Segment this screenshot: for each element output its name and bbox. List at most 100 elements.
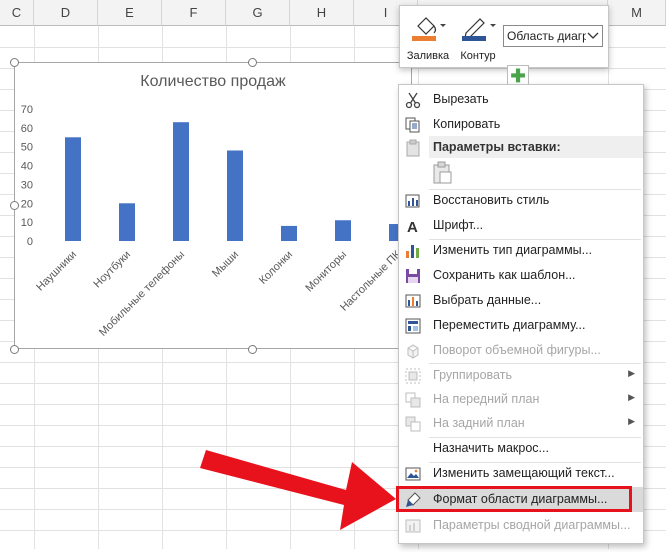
- menu-item-copy[interactable]: Копировать: [399, 112, 643, 137]
- menu-item-label: Копировать: [433, 117, 501, 131]
- plus-icon: ✚: [510, 66, 526, 86]
- menu-item-label: Вырезать: [433, 92, 489, 106]
- y-tick-label: 0: [27, 236, 33, 248]
- svg-text:A: A: [407, 219, 418, 235]
- paste-options-label: Параметры вставки:: [433, 140, 561, 154]
- reset-style-icon: [405, 194, 420, 208]
- menu-item-label: Восстановить стиль: [433, 193, 550, 207]
- resize-handle-left[interactable]: [10, 201, 19, 210]
- column-label: F: [189, 5, 198, 20]
- menu-item-bring-to-front[interactable]: На передний план ▶: [399, 387, 643, 412]
- column-label: G: [252, 5, 263, 20]
- column-label: C: [11, 5, 22, 20]
- bring-to-front-icon: [405, 392, 421, 408]
- resize-handle-tl[interactable]: [10, 58, 19, 67]
- menu-item-label: На задний план: [433, 416, 525, 430]
- submenu-arrow-icon: ▶: [628, 368, 635, 378]
- column-header-m[interactable]: M: [608, 0, 666, 26]
- menu-item-label: Группировать: [433, 368, 512, 382]
- menu-item-label: Переместить диаграмму...: [433, 318, 586, 332]
- menu-item-font[interactable]: A Шрифт...: [399, 213, 643, 238]
- chart-element-select-value: Область диагр: [507, 29, 589, 43]
- x-tick-label: Ноутбуки: [91, 249, 133, 291]
- chart-plot: 010203040506070Наушники НоутбукиМобильные…: [21, 104, 405, 339]
- chart-bar[interactable]: [335, 220, 351, 241]
- y-tick-label: 30: [21, 179, 33, 191]
- chart-area[interactable]: Количество продаж 0 10 20 30 40 50 60 70 Наушник…: [14, 62, 412, 349]
- copy-icon: [405, 117, 420, 133]
- menu-item-label: Поворот объемной фигуры...: [433, 343, 601, 357]
- column-label: I: [383, 5, 388, 20]
- chart-bar[interactable]: [119, 203, 135, 241]
- red-arrow-annotation: [200, 450, 396, 530]
- mini-toolbar: Заливка Контур Область диагр: [399, 5, 609, 68]
- column-header-h[interactable]: H: [290, 0, 354, 26]
- x-tick-label: Наушники: [34, 249, 79, 294]
- menu-item-select-data[interactable]: Выбрать данные...: [399, 288, 643, 313]
- column-header-d[interactable]: D: [34, 0, 98, 26]
- chart-type-icon: [406, 245, 419, 258]
- submenu-arrow-icon: ▶: [628, 392, 635, 402]
- chart-bar[interactable]: [65, 137, 81, 241]
- column-label: H: [316, 5, 327, 20]
- resize-handle-top[interactable]: [248, 58, 257, 67]
- paint-bucket-icon: [412, 17, 446, 41]
- outline-button[interactable]: Контур: [454, 12, 502, 62]
- paste-option-button[interactable]: [429, 160, 455, 186]
- move-chart-icon: [405, 318, 421, 334]
- menu-item-label: Выбрать данные...: [433, 293, 542, 307]
- font-icon: A: [407, 219, 418, 235]
- chart-bar[interactable]: [227, 150, 243, 241]
- menu-item-label: Назначить макрос...: [433, 441, 549, 455]
- menu-item-label: На передний план: [433, 392, 540, 406]
- fill-button[interactable]: Заливка: [404, 12, 452, 62]
- menu-item-reset-style[interactable]: Восстановить стиль: [399, 188, 643, 213]
- menu-item-group[interactable]: Группировать ▶: [399, 363, 643, 388]
- column-header-c[interactable]: C: [0, 0, 34, 26]
- column-label: D: [60, 5, 71, 20]
- group-icon: [405, 368, 421, 384]
- x-tick-label: Мониторы: [303, 249, 349, 295]
- menu-item-label: Сохранить как шаблон...: [433, 268, 576, 282]
- y-tick-label: 50: [21, 142, 33, 154]
- column-header-e[interactable]: E: [98, 0, 162, 26]
- resize-handle-bl[interactable]: [10, 345, 19, 354]
- scissors-icon: [405, 92, 421, 109]
- menu-item-label: Изменить тип диаграммы...: [433, 243, 593, 257]
- y-tick-label: 20: [21, 198, 33, 210]
- chart-element-select[interactable]: Область диагр: [503, 25, 603, 47]
- chart-bar[interactable]: [281, 225, 297, 241]
- pen-icon: [462, 18, 496, 41]
- y-tick-label: 10: [21, 217, 33, 229]
- select-data-icon: [405, 294, 421, 308]
- column-header-g[interactable]: G: [226, 0, 290, 26]
- submenu-arrow-icon: ▶: [628, 416, 635, 426]
- menu-item-label: Изменить замещающий текст...: [433, 466, 615, 480]
- y-tick-label: 60: [21, 123, 33, 135]
- outline-label: Контур: [460, 50, 496, 62]
- menu-item-label: Параметры сводной диаграммы...: [433, 518, 631, 532]
- column-header-f[interactable]: F: [162, 0, 226, 26]
- cube-icon: [407, 344, 419, 359]
- chart-bar[interactable]: [173, 122, 189, 241]
- y-tick-label: 70: [21, 104, 33, 116]
- column-label: E: [125, 5, 134, 20]
- menu-item-move-chart[interactable]: Переместить диаграмму...: [399, 313, 643, 338]
- menu-item-label: Шрифт...: [433, 218, 484, 232]
- resize-handle-bottom[interactable]: [248, 345, 257, 354]
- paste-options-header: Параметры вставки:: [429, 136, 643, 158]
- chevron-down-icon: [586, 31, 600, 41]
- fill-label: Заливка: [406, 50, 450, 62]
- x-tick-label: Мыши: [210, 249, 241, 280]
- column-label: M: [631, 5, 642, 20]
- menu-item-3d-rotation[interactable]: Поворот объемной фигуры...: [399, 338, 643, 363]
- menu-item-cut[interactable]: Вырезать: [399, 87, 643, 112]
- send-to-back-icon: [405, 416, 421, 432]
- menu-item-save-template[interactable]: Сохранить как шаблон...: [399, 263, 643, 288]
- y-tick-label: 40: [21, 161, 33, 173]
- clipboard-icon: [433, 161, 452, 184]
- save-template-icon: [406, 269, 420, 283]
- paste-options-icon: [406, 139, 420, 157]
- x-tick-label: Колонки: [257, 249, 295, 287]
- menu-item-change-chart-type[interactable]: Изменить тип диаграммы...: [399, 238, 643, 263]
